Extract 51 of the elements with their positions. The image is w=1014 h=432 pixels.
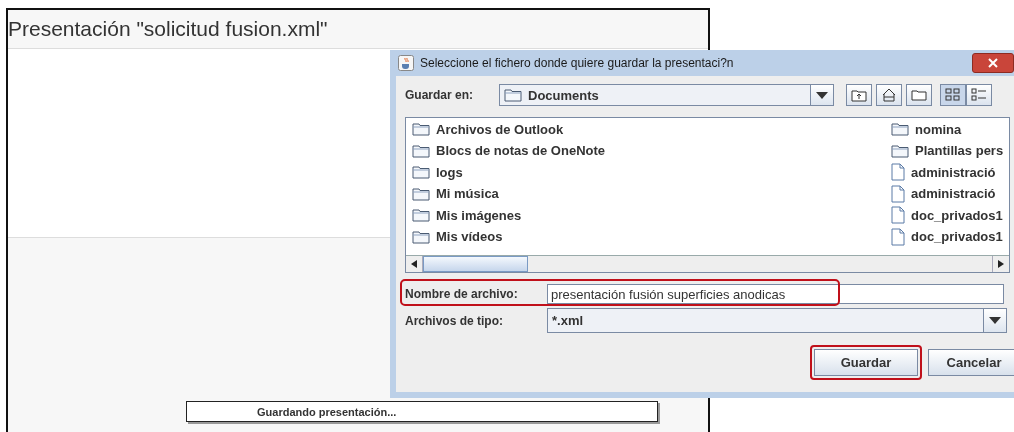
- file-item[interactable]: doc_privados1: [911, 229, 1003, 245]
- home-button[interactable]: [876, 84, 902, 106]
- folder-icon: [412, 165, 430, 180]
- folder-item[interactable]: Archivos de Outlook: [436, 121, 564, 137]
- list-view-icon: [945, 88, 961, 102]
- look-in-label: Guardar en:: [405, 88, 474, 102]
- details-view-button[interactable]: [966, 84, 992, 106]
- file-name-label: Nombre de archivo:: [405, 286, 519, 302]
- file-type-dropdown[interactable]: *.xml: [547, 308, 1007, 333]
- progress-label: Guardando presentación...: [257, 405, 397, 418]
- folder-icon: [891, 122, 909, 137]
- up-folder-icon: [851, 88, 867, 102]
- folder-icon: [412, 229, 430, 244]
- file-item[interactable]: administració: [911, 186, 996, 202]
- file-icon: [891, 206, 905, 225]
- home-icon: [881, 88, 897, 102]
- folder-item[interactable]: Mi música: [436, 186, 499, 202]
- scroll-left-icon: [411, 260, 417, 268]
- file-name-field[interactable]: presentación fusión superficies anodicas: [547, 284, 1004, 304]
- file-item[interactable]: doc_privados1: [911, 207, 1003, 223]
- file-icon: [891, 163, 905, 182]
- folder-item[interactable]: Mis imágenes: [436, 207, 522, 223]
- folder-icon: [504, 88, 522, 102]
- folder-item[interactable]: Mis vídeos: [436, 229, 503, 245]
- scroll-right-icon: [998, 260, 1004, 268]
- look-in-dropdown[interactable]: Documents: [499, 84, 834, 106]
- file-type-label: Archivos de tipo:: [405, 312, 504, 329]
- folder-icon: [891, 143, 909, 158]
- folder-icon: [911, 89, 927, 101]
- caret-icon: [989, 317, 1001, 324]
- horizontal-scrollbar[interactable]: [406, 255, 1009, 272]
- close-button[interactable]: [972, 53, 1014, 73]
- folder-icon: [412, 186, 430, 201]
- details-view-icon: [971, 88, 987, 102]
- folder-icon: [412, 208, 430, 223]
- file-item[interactable]: administració: [911, 164, 996, 180]
- list-view-button[interactable]: [940, 84, 966, 106]
- folder-icon: [412, 122, 430, 137]
- cancel-button[interactable]: Cancelar: [928, 349, 1014, 376]
- close-icon: [988, 58, 998, 68]
- file-icon: [891, 184, 905, 203]
- file-icon: [891, 227, 905, 246]
- folder-item[interactable]: logs: [436, 164, 463, 180]
- folder-item[interactable]: Blocs de notas de OneNote: [436, 143, 606, 159]
- folder-item[interactable]: nomina: [915, 121, 962, 137]
- window-title: Presentación "solicitud fusion.xml": [8, 17, 328, 41]
- dialog-title: Seleccione el fichero donde quiere guardar la presentaci?n: [420, 56, 734, 70]
- save-button[interactable]: Guardar: [814, 349, 918, 376]
- caret-icon: [816, 91, 828, 99]
- folder-icon: [412, 143, 430, 158]
- folder-item[interactable]: Plantillas pers: [915, 143, 1004, 159]
